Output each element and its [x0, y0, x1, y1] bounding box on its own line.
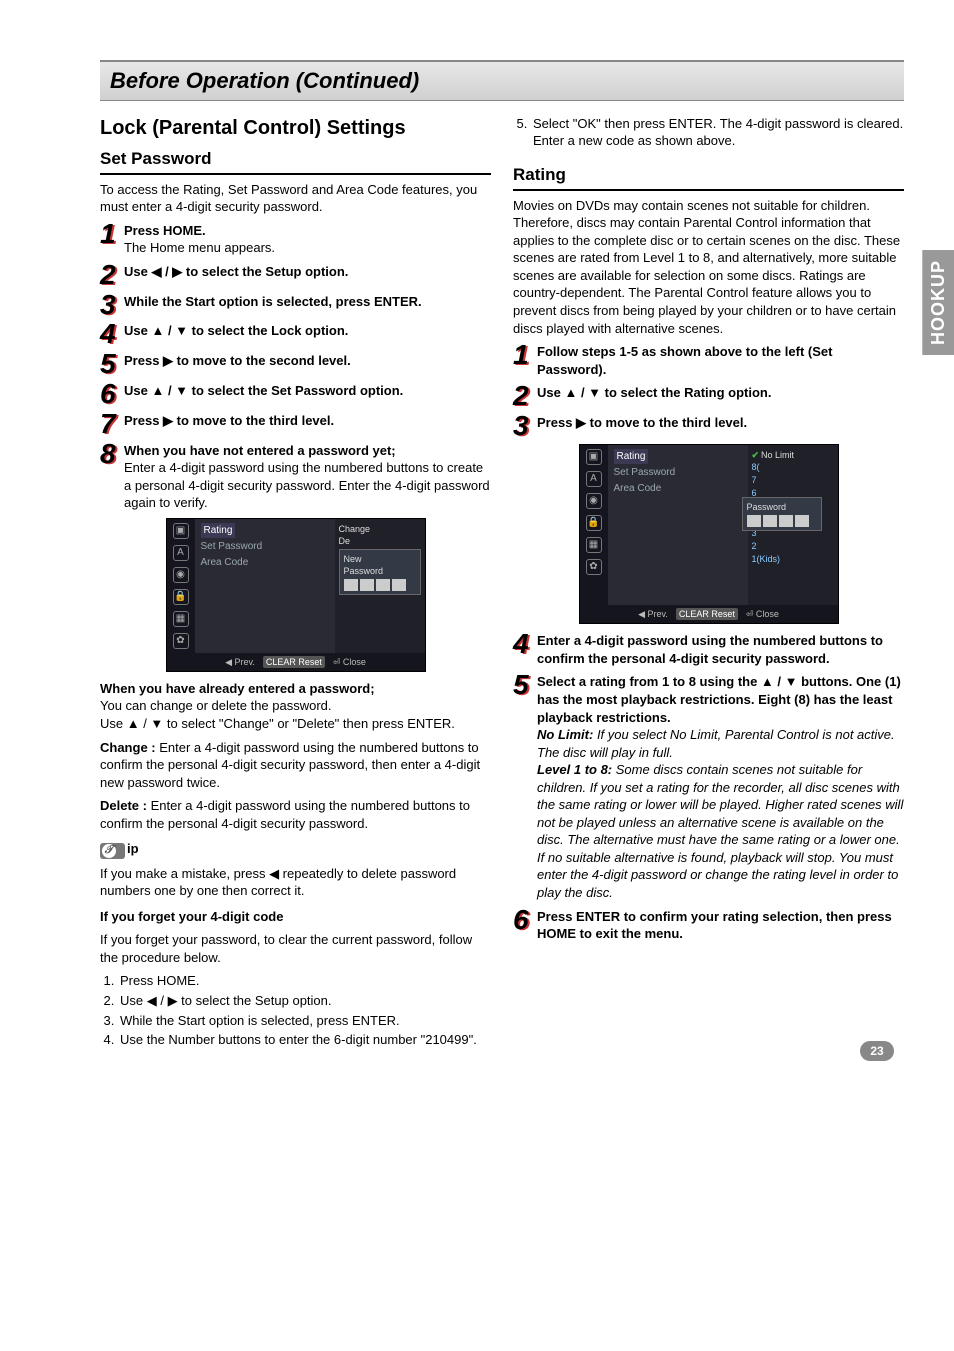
osd-level: 2	[752, 540, 834, 552]
osd-icon: ✿	[173, 633, 189, 649]
tip-label: ip	[127, 841, 139, 856]
osd-icon: ▣	[586, 449, 602, 465]
osd-icon-strip: ▣ A ◉ 🔒 ▦ ✿	[580, 445, 608, 605]
already-p1: You can change or delete the password.	[100, 698, 332, 713]
osd-icon: ▦	[173, 611, 189, 627]
rating-intro: Movies on DVDs may contain scenes not su…	[513, 197, 904, 337]
forget-step: Use the Number buttons to enter the 6-di…	[118, 1031, 491, 1049]
subheading-rating: Rating	[513, 164, 904, 191]
rating-step-1: 11 Follow steps 1-5 as shown above to th…	[513, 343, 904, 378]
osd-close: ⏎ Close	[333, 656, 366, 668]
osd-change-label: Change	[339, 523, 421, 535]
side-tab-hookup: HOOKUP	[922, 250, 954, 355]
tip-text: If you make a mistake, press ◀ repeatedl…	[100, 865, 491, 900]
osd-menu-rating: Rating	[614, 449, 649, 465]
step-2: 22 Use ◀ / ▶ to select the Setup option.	[100, 263, 491, 287]
osd-close: ⏎ Close	[746, 608, 779, 620]
osd-icon: ◉	[586, 493, 602, 509]
page-number-badge: 23	[860, 1041, 894, 1061]
osd-footer: ◀ Prev. CLEAR Reset ⏎ Close	[167, 653, 425, 671]
tip-icon	[100, 843, 125, 859]
delete-label: Delete :	[100, 798, 151, 813]
step-5: 55 Press ▶ to move to the second level.	[100, 352, 491, 376]
rating-step-4: 44 Enter a 4-digit password using the nu…	[513, 632, 904, 667]
level-text: Some discs contain scenes not suitable f…	[537, 762, 903, 900]
step-1: 11 Press HOME.The Home menu appears.	[100, 222, 491, 257]
osd-icon: ◉	[173, 567, 189, 583]
title-bar: Before Operation (Continued)	[100, 60, 904, 101]
osd-prev: ◀ Prev.	[225, 656, 255, 668]
osd-right-panel: ✔No Limit 8( 7 6 5 4 3 2 1(Kids) Pa	[748, 445, 838, 605]
step-3: 33 While the Start option is selected, p…	[100, 293, 491, 317]
osd-prev: ◀ Prev.	[638, 608, 668, 620]
osd-set-password: ▣ A ◉ 🔒 ▦ ✿ Rating Set Password Area Cod…	[166, 518, 426, 672]
osd-menu-areacode: Area Code	[201, 556, 329, 570]
osd-de-label: De	[339, 535, 421, 547]
forget-steps-list: Press HOME. Use ◀ / ▶ to select the Setu…	[100, 972, 491, 1048]
osd-pop-label: Password	[344, 565, 416, 577]
delete-text: Enter a 4-digit password using the numbe…	[100, 798, 470, 831]
osd-icon: A	[173, 545, 189, 561]
forget-title: If you forget your 4-digit code	[100, 908, 491, 926]
osd-right-panel: Change De New Password	[335, 519, 425, 653]
osd-password-popup: New Password	[339, 549, 421, 595]
osd-menu-setpassword: Set Password	[201, 540, 329, 554]
forget-step-5: Select "OK" then press ENTER. The 4-digi…	[531, 115, 904, 150]
set-password-intro: To access the Rating, Set Password and A…	[100, 181, 491, 216]
rating-step-6: 66 Press ENTER to confirm your rating se…	[513, 908, 904, 943]
rating-step-5: 55 Select a rating from 1 to 8 using the…	[513, 673, 904, 901]
osd-menu-areacode: Area Code	[614, 482, 742, 496]
osd-menu: Rating Set Password Area Code	[195, 519, 335, 653]
osd-reset: CLEAR Reset	[263, 656, 325, 668]
left-column: Lock (Parental Control) Settings Set Pas…	[100, 115, 491, 1051]
osd-icon: 🔒	[173, 589, 189, 605]
osd-level: 7	[752, 474, 834, 486]
already-entered-title: When you have already entered a password…	[100, 681, 375, 696]
change-label: Change :	[100, 740, 159, 755]
forget-step: While the Start option is selected, pres…	[118, 1012, 491, 1030]
subheading-set-password: Set Password	[100, 148, 491, 175]
forget-intro: If you forget your password, to clear th…	[100, 931, 491, 966]
right-column: Select "OK" then press ENTER. The 4-digi…	[513, 115, 904, 1051]
osd-pop-title: New	[344, 553, 416, 565]
osd-menu-setpassword: Set Password	[614, 466, 742, 480]
forget-step5-list: Select "OK" then press ENTER. The 4-digi…	[513, 115, 904, 150]
osd-level: 8(	[752, 461, 834, 473]
osd-icon: ✿	[586, 559, 602, 575]
osd-nolimit: No Limit	[761, 450, 794, 460]
osd-level: 1(Kids)	[752, 553, 834, 565]
forget-step: Use ◀ / ▶ to select the Setup option.	[118, 992, 491, 1010]
osd-password-popup: Password	[742, 497, 822, 531]
osd-menu: Rating Set Password Area Code	[608, 445, 748, 605]
osd-rating: ▣ A ◉ 🔒 ▦ ✿ Rating Set Password Area Cod…	[579, 444, 839, 625]
osd-icon: 🔒	[586, 515, 602, 531]
rating-step-2: 22 Use ▲ / ▼ to select the Rating option…	[513, 384, 904, 408]
rating-step-3: 33 Press ▶ to move to the third level.	[513, 414, 904, 438]
osd-footer: ◀ Prev. CLEAR Reset ⏎ Close	[580, 605, 838, 623]
already-p2: Use ▲ / ▼ to select "Change" or "Delete"…	[100, 716, 455, 731]
osd-icon: ▣	[173, 523, 189, 539]
osd-icon-strip: ▣ A ◉ 🔒 ▦ ✿	[167, 519, 195, 653]
level-label: Level 1 to 8:	[537, 762, 612, 777]
no-limit-label: No Limit:	[537, 727, 593, 742]
heading-lock-settings: Lock (Parental Control) Settings	[100, 115, 491, 142]
step-7: 77 Press ▶ to move to the third level.	[100, 412, 491, 436]
step-4: 44 Use ▲ / ▼ to select the Lock option.	[100, 322, 491, 346]
forget-step: Press HOME.	[118, 972, 491, 990]
step-6: 66 Use ▲ / ▼ to select the Set Password …	[100, 382, 491, 406]
osd-icon: A	[586, 471, 602, 487]
osd-reset: CLEAR Reset	[676, 608, 738, 620]
osd-pop-label: Password	[747, 501, 817, 513]
osd-icon: ▦	[586, 537, 602, 553]
step-8: 88 When you have not entered a password …	[100, 442, 491, 512]
osd-menu-rating: Rating	[201, 523, 236, 539]
